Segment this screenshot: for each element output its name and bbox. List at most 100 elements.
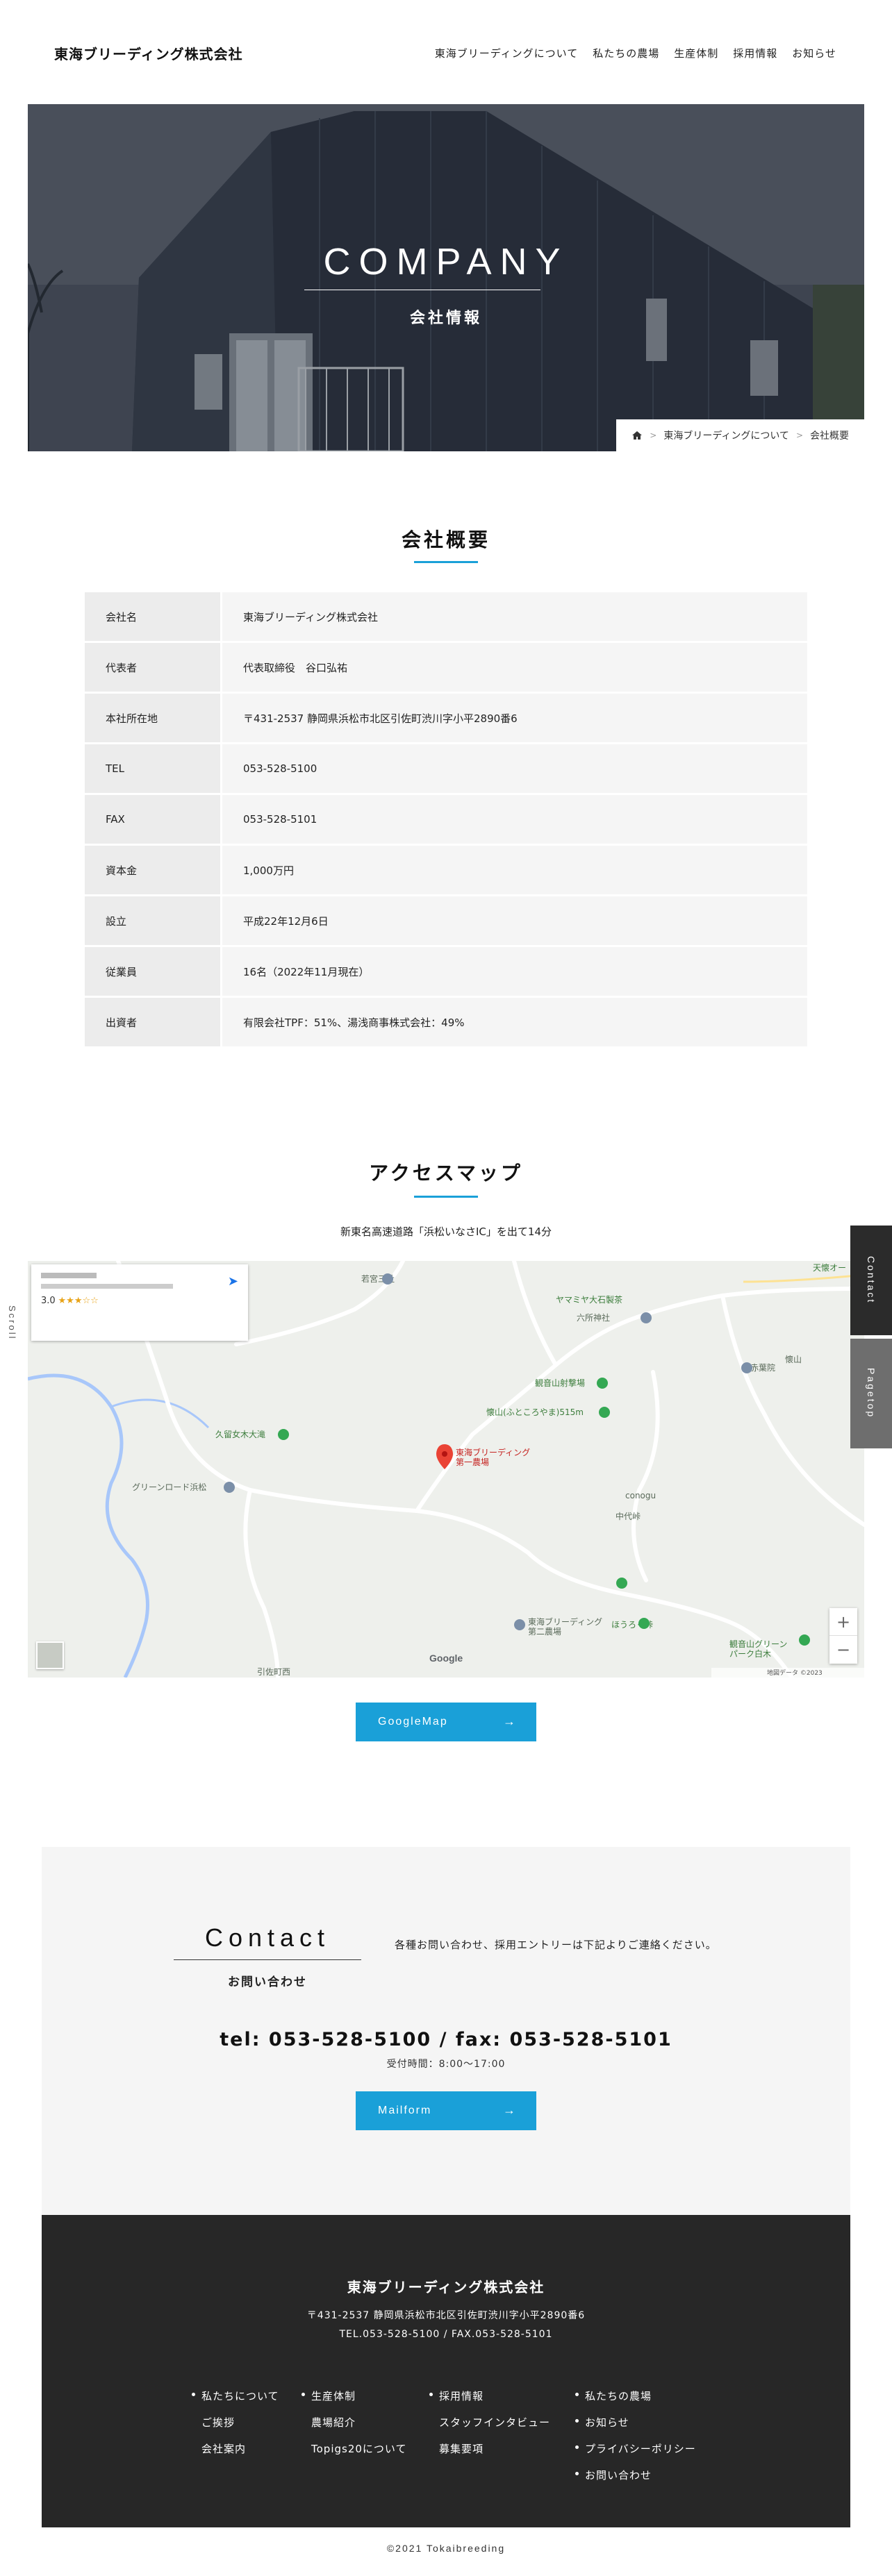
copyright: ©2021 Tokaibreeding (386, 2543, 506, 2554)
table-row: 会社名 東海ブリーディング株式会社 (85, 592, 807, 641)
google-logo: Google (429, 1653, 463, 1664)
contact-section: Contact お問い合わせ 各種お問い合わせ、採用エントリーは下記よりご連絡く… (42, 1847, 850, 2215)
row-label: 出資者 (85, 998, 220, 1046)
footer-link[interactable]: Topigs20について (302, 2441, 406, 2468)
map-zoom-controls: + − (829, 1608, 857, 1664)
overview-title: 会社概要 (401, 528, 490, 551)
contact-tel-fax[interactable]: tel: 053-528-5100 / fax: 053-528-5101 (42, 2029, 850, 2050)
side-contact-tab[interactable]: Contact (850, 1226, 892, 1335)
footer-link[interactable]: 私たちの農場 (575, 2389, 696, 2415)
row-label: 従業員 (85, 947, 220, 996)
map-layer-toggle[interactable] (36, 1641, 64, 1669)
map-attribution: 地図データ ©2023 (711, 1668, 864, 1678)
breadcrumb-item-about[interactable]: 東海ブリーディングについて (663, 428, 789, 442)
footer-link[interactable]: 採用情報 (429, 2389, 550, 2415)
footer-link[interactable]: お知らせ (575, 2415, 696, 2441)
breadcrumb: > 東海ブリーディングについて > 会社概要 (616, 419, 864, 451)
row-value: 平成22年12月6日 (222, 896, 807, 945)
row-label: FAX (85, 795, 220, 844)
row-label: 会社名 (85, 592, 220, 641)
scroll-indicator: Scroll (7, 1305, 17, 1341)
directions-icon[interactable]: ➤ (228, 1274, 238, 1289)
footer-link[interactable]: ご挨拶 (192, 2415, 279, 2441)
table-row: 資本金 1,000万円 (85, 846, 807, 894)
scroll-label: Scroll (7, 1305, 17, 1341)
footer-link[interactable]: 会社案内 (192, 2441, 279, 2468)
contact-hours: 受付時間：8:00〜17:00 (386, 2059, 506, 2070)
arrow-right-icon: → (503, 2103, 517, 2117)
rating-stars-icon: ★★★☆☆ (58, 1296, 99, 1306)
contact-description: 各種お問い合わせ、採用エントリーは下記よりご連絡ください。 (395, 1939, 717, 1951)
footer-address: 〒431-2537 静岡県浜松市北区引佐町渋川字小平2890番6 (306, 2310, 586, 2321)
row-value: 〒431-2537 静岡県浜松市北区引佐町渋川字小平2890番6 (222, 694, 807, 742)
breadcrumb-item-current: 会社概要 (810, 430, 849, 442)
footer-nav-col: 私たちについて ご挨拶 会社案内 (192, 2389, 279, 2468)
footer-link[interactable]: 募集要項 (429, 2441, 550, 2468)
contact-divider (174, 1959, 361, 1960)
row-label: 代表者 (85, 643, 220, 692)
access-title-underline (414, 1196, 478, 1198)
footer-tel-fax: TEL.053-528-5100 / FAX.053-528-5101 (339, 2329, 553, 2340)
footer-link[interactable]: 私たちについて (192, 2389, 279, 2415)
table-row: FAX 053-528-5101 (85, 795, 807, 844)
pagetop-tab[interactable]: Pagetop (850, 1339, 892, 1448)
row-value: 053-528-5101 (222, 795, 807, 844)
footer-nav-col: 採用情報 スタッフインタビュー 募集要項 (429, 2389, 550, 2468)
access-title: アクセスマップ (369, 1162, 523, 1185)
row-value: 代表取締役 谷口弘祐 (222, 643, 807, 692)
row-label: 資本金 (85, 846, 220, 894)
row-label: 設立 (85, 896, 220, 945)
row-label: 本社所在地 (85, 694, 220, 742)
nav-recruit[interactable]: 採用情報 (733, 46, 777, 60)
pagetop-label: Pagetop (866, 1368, 877, 1419)
footer-link[interactable]: スタッフインタビュー (429, 2415, 550, 2441)
table-row: 本社所在地 〒431-2537 静岡県浜松市北区引佐町渋川字小平2890番6 (85, 694, 807, 742)
place-rating: 3.0 (41, 1296, 56, 1306)
side-contact-label: Contact (866, 1256, 877, 1305)
mailform-button-label: Mailform (378, 2105, 432, 2116)
contact-subtitle: お問い合わせ (228, 1975, 307, 1989)
home-icon[interactable] (631, 430, 643, 440)
nav-news[interactable]: お知らせ (792, 46, 836, 60)
row-value: 16名（2022年11月現在） (222, 947, 807, 996)
site-logo[interactable]: 東海ブリーディング株式会社 (54, 43, 243, 63)
nav-about[interactable]: 東海ブリーディングについて (435, 46, 579, 60)
footer-nav-col: 私たちの農場 お知らせ プライバシーポリシー お問い合わせ (575, 2389, 696, 2494)
place-address-placeholder (41, 1284, 173, 1289)
row-label: TEL (85, 744, 220, 793)
footer-link[interactable]: 農場紹介 (302, 2415, 406, 2441)
footer-link[interactable]: 生産体制 (302, 2389, 406, 2415)
table-row: TEL 053-528-5100 (85, 744, 807, 793)
global-nav: 東海ブリーディングについて 私たちの農場 生産体制 採用情報 お知らせ (435, 46, 836, 60)
row-value: 1,000万円 (222, 846, 807, 894)
row-value: 053-528-5100 (222, 744, 807, 793)
company-info-table: 会社名 東海ブリーディング株式会社 代表者 代表取締役 谷口弘祐 本社所在地 〒… (85, 592, 807, 1048)
arrow-right-icon: → (503, 1714, 517, 1728)
nav-production[interactable]: 生産体制 (674, 46, 718, 60)
google-map-embed[interactable]: 3.0 ★★★☆☆ ➤ 若宮三社 ヤマミヤ大石製茶 六所神社 天懐オー 観音山射… (28, 1261, 864, 1678)
table-row: 出資者 有限会社TPF：51%、湯浅商事株式会社：49% (85, 998, 807, 1046)
footer-company-name: 東海ブリーディング株式会社 (347, 2279, 545, 2295)
hero-subtitle: 会社情報 (409, 310, 482, 327)
zoom-in-button[interactable]: + (829, 1608, 857, 1636)
breadcrumb-separator-icon: > (650, 430, 657, 440)
footer-link[interactable]: お問い合わせ (575, 2468, 696, 2494)
googlemap-button[interactable]: GoogleMap → (356, 1703, 536, 1741)
table-row: 設立 平成22年12月6日 (85, 896, 807, 945)
site-footer: 東海ブリーディング株式会社 〒431-2537 静岡県浜松市北区引佐町渋川字小平… (42, 2215, 850, 2527)
hero-banner: COMPANY 会社情報 > 東海ブリーディングについて > 会社概要 (28, 104, 864, 451)
zoom-out-button[interactable]: − (829, 1636, 857, 1664)
table-row: 従業員 16名（2022年11月現在） (85, 947, 807, 996)
overview-title-underline (414, 561, 478, 563)
row-value: 東海ブリーディング株式会社 (222, 592, 807, 641)
nav-farms[interactable]: 私たちの農場 (593, 46, 659, 60)
googlemap-button-label: GoogleMap (378, 1716, 448, 1728)
access-directions: 新東名高速道路「浜松いなさIC」を出て14分 (340, 1226, 552, 1238)
mailform-button[interactable]: Mailform → (356, 2091, 536, 2130)
footer-link[interactable]: プライバシーポリシー (575, 2441, 696, 2468)
breadcrumb-separator-icon: > (795, 430, 803, 440)
footer-nav-col: 生産体制 農場紹介 Topigs20について (302, 2389, 406, 2468)
map-place-card[interactable]: 3.0 ★★★☆☆ ➤ (31, 1264, 248, 1341)
site-header: 東海ブリーディング株式会社 東海ブリーディングについて 私たちの農場 生産体制 … (0, 0, 892, 104)
table-row: 代表者 代表取締役 谷口弘祐 (85, 643, 807, 692)
